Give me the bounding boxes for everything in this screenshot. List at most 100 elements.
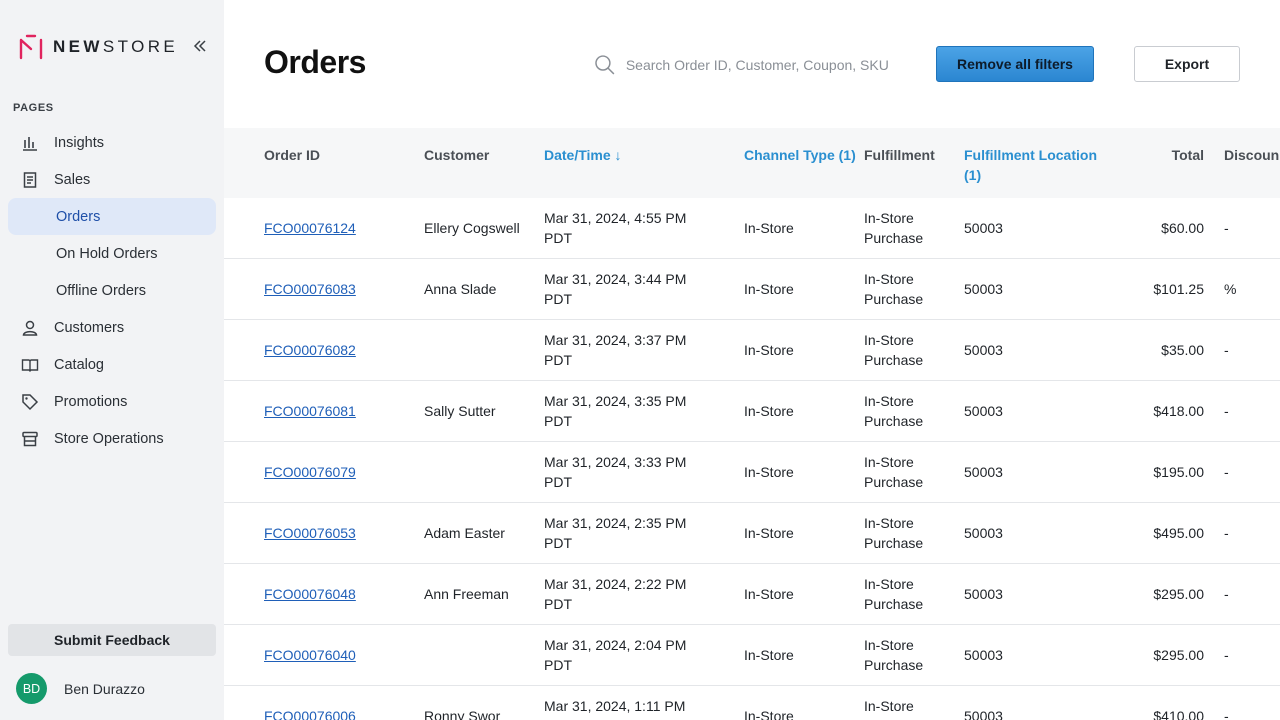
sidebar-item-store-operations[interactable]: Store Operations: [8, 420, 216, 457]
column-header-discount[interactable]: Discoun: [1224, 145, 1279, 165]
column-header-order-id[interactable]: Order ID: [264, 145, 320, 165]
order-discount: -: [1224, 586, 1229, 602]
order-id-link[interactable]: FCO00076053: [264, 523, 356, 543]
table-row[interactable]: FCO00076081 Sally Sutter Mar 31, 2024, 3:3…: [224, 381, 1280, 442]
order-discount: -: [1224, 342, 1229, 358]
avatar: BD: [16, 673, 47, 704]
sidebar-nav: Insights Sales Orders On Hold Orders Off…: [8, 124, 216, 457]
receipt-icon: [20, 170, 40, 190]
fulfillment-location: 50003: [964, 586, 1003, 602]
order-discount: -: [1224, 647, 1229, 663]
fulfillment-type: In-Store Purchase: [864, 393, 924, 429]
table-header: Order ID Customer Date/Time ↓ Channel Ty…: [224, 128, 1280, 198]
column-header-total[interactable]: Total: [1104, 145, 1204, 165]
order-discount: -: [1224, 403, 1229, 419]
user-menu[interactable]: BD Ben Durazzo: [16, 673, 145, 704]
channel-type: In-Store: [744, 647, 794, 663]
double-chevron-left-icon: [193, 40, 206, 52]
fulfillment-type: In-Store Purchase: [864, 210, 924, 246]
order-total: $418.00: [1153, 403, 1204, 419]
table-row[interactable]: FCO00076079 Mar 31, 2024, 3:33 PM PDT In-S…: [224, 442, 1280, 503]
order-total: $60.00: [1161, 220, 1204, 236]
customer-name: Anna Slade: [424, 281, 497, 297]
fulfillment-location: 50003: [964, 525, 1003, 541]
sidebar-item-offline-orders[interactable]: Offline Orders: [8, 272, 216, 309]
sidebar-item-promotions[interactable]: Promotions: [8, 383, 216, 420]
submit-feedback-button[interactable]: Submit Feedback: [8, 624, 216, 656]
channel-type: In-Store: [744, 281, 794, 297]
table-row[interactable]: FCO00076053 Adam Easter Mar 31, 2024, 2:35…: [224, 503, 1280, 564]
column-header-fulfillment[interactable]: Fulfillment: [864, 145, 935, 165]
order-date: Mar 31, 2024, 3:44 PM PDT: [544, 271, 687, 307]
table-row[interactable]: FCO00076124 Ellery Cogswell Mar 31, 2024, …: [224, 198, 1280, 259]
customer-name: Ellery Cogswell: [424, 220, 520, 236]
channel-type: In-Store: [744, 403, 794, 419]
order-date: Mar 31, 2024, 3:37 PM PDT: [544, 332, 687, 368]
sidebar-item-orders[interactable]: Orders: [8, 198, 216, 235]
fulfillment-location: 50003: [964, 464, 1003, 480]
sidebar-item-label: Orders: [56, 208, 101, 225]
column-header-fulfillment-location[interactable]: Fulfillment Location (1): [964, 145, 1114, 185]
channel-type: In-Store: [744, 586, 794, 602]
fulfillment-location: 50003: [964, 708, 1003, 720]
brand-name: NEWSTORE: [53, 37, 179, 56]
order-date: Mar 31, 2024, 2:35 PM PDT: [544, 515, 687, 551]
sidebar-item-label: Promotions: [54, 393, 128, 410]
order-date: Mar 31, 2024, 3:33 PM PDT: [544, 454, 687, 490]
table-row[interactable]: FCO00076048 Ann Freeman Mar 31, 2024, 2:22…: [224, 564, 1280, 625]
search-bar: [594, 50, 894, 80]
fulfillment-type: In-Store Purchase: [864, 698, 923, 720]
order-total: $495.00: [1153, 525, 1204, 541]
order-id-link[interactable]: FCO00076124: [264, 218, 356, 238]
order-id-link[interactable]: FCO00076040: [264, 645, 356, 665]
column-header-channel-type[interactable]: Channel Type (1): [744, 145, 856, 165]
order-discount: -: [1224, 220, 1229, 236]
store-icon: [20, 429, 40, 449]
search-input[interactable]: [625, 57, 894, 73]
fulfillment-location: 50003: [964, 403, 1003, 419]
bar-chart-icon: [20, 133, 40, 153]
sidebar-item-insights[interactable]: Insights: [8, 124, 216, 161]
table-row[interactable]: FCO00076082 Mar 31, 2024, 3:37 PM PDT In-S…: [224, 320, 1280, 381]
remove-all-filters-button[interactable]: Remove all filters: [936, 46, 1094, 82]
order-id-link[interactable]: FCO00076081: [264, 401, 356, 421]
column-header-customer[interactable]: Customer: [424, 145, 489, 165]
order-id-link[interactable]: FCO00076079: [264, 462, 356, 482]
channel-type: In-Store: [744, 525, 794, 541]
order-date: Mar 31, 2024, 3:35 PM PDT: [544, 393, 687, 429]
order-discount: -: [1224, 464, 1229, 480]
sidebar-item-on-hold-orders[interactable]: On Hold Orders: [8, 235, 216, 272]
newstore-logo-icon: [19, 34, 43, 60]
column-header-date-time[interactable]: Date/Time ↓: [544, 145, 622, 165]
order-id-link[interactable]: FCO00076006: [264, 706, 356, 720]
customer-name: Ann Freeman: [424, 586, 509, 602]
brand-logo[interactable]: NEWSTORE: [19, 33, 178, 61]
person-icon: [20, 318, 40, 338]
table-row[interactable]: FCO00076040 Mar 31, 2024, 2:04 PM PDT In-S…: [224, 625, 1280, 686]
sidebar-item-label: Offline Orders: [56, 282, 146, 299]
tag-icon: [20, 392, 40, 412]
order-date: Mar 31, 2024, 2:04 PM PDT: [544, 637, 687, 673]
order-id-link[interactable]: FCO00076048: [264, 584, 356, 604]
order-discount: -: [1224, 708, 1229, 720]
channel-type: In-Store: [744, 342, 794, 358]
order-total: $410.00: [1153, 708, 1204, 720]
order-id-link[interactable]: FCO00076082: [264, 340, 356, 360]
export-button[interactable]: Export: [1134, 46, 1240, 82]
sidebar-item-label: On Hold Orders: [56, 245, 158, 262]
collapse-sidebar-button[interactable]: [190, 36, 210, 56]
order-date: Mar 31, 2024, 1:11 PM PDT: [544, 698, 686, 720]
order-date: Mar 31, 2024, 2:22 PM PDT: [544, 576, 687, 612]
order-total: $295.00: [1153, 647, 1204, 663]
orders-table-body: FCO00076124 Ellery Cogswell Mar 31, 2024, …: [224, 198, 1280, 720]
user-name: Ben Durazzo: [64, 680, 145, 697]
table-row[interactable]: FCO00076006 Ronny Swor Mar 31, 2024, 1:11 …: [224, 686, 1280, 720]
table-row[interactable]: FCO00076083 Anna Slade Mar 31, 2024, 3:44 …: [224, 259, 1280, 320]
sidebar-item-sales[interactable]: Sales: [8, 161, 216, 198]
order-id-link[interactable]: FCO00076083: [264, 279, 356, 299]
sidebar-item-label: Insights: [54, 134, 104, 151]
sidebar-item-customers[interactable]: Customers: [8, 309, 216, 346]
sidebar-item-catalog[interactable]: Catalog: [8, 346, 216, 383]
channel-type: In-Store: [744, 708, 794, 720]
order-total: $35.00: [1161, 342, 1204, 358]
